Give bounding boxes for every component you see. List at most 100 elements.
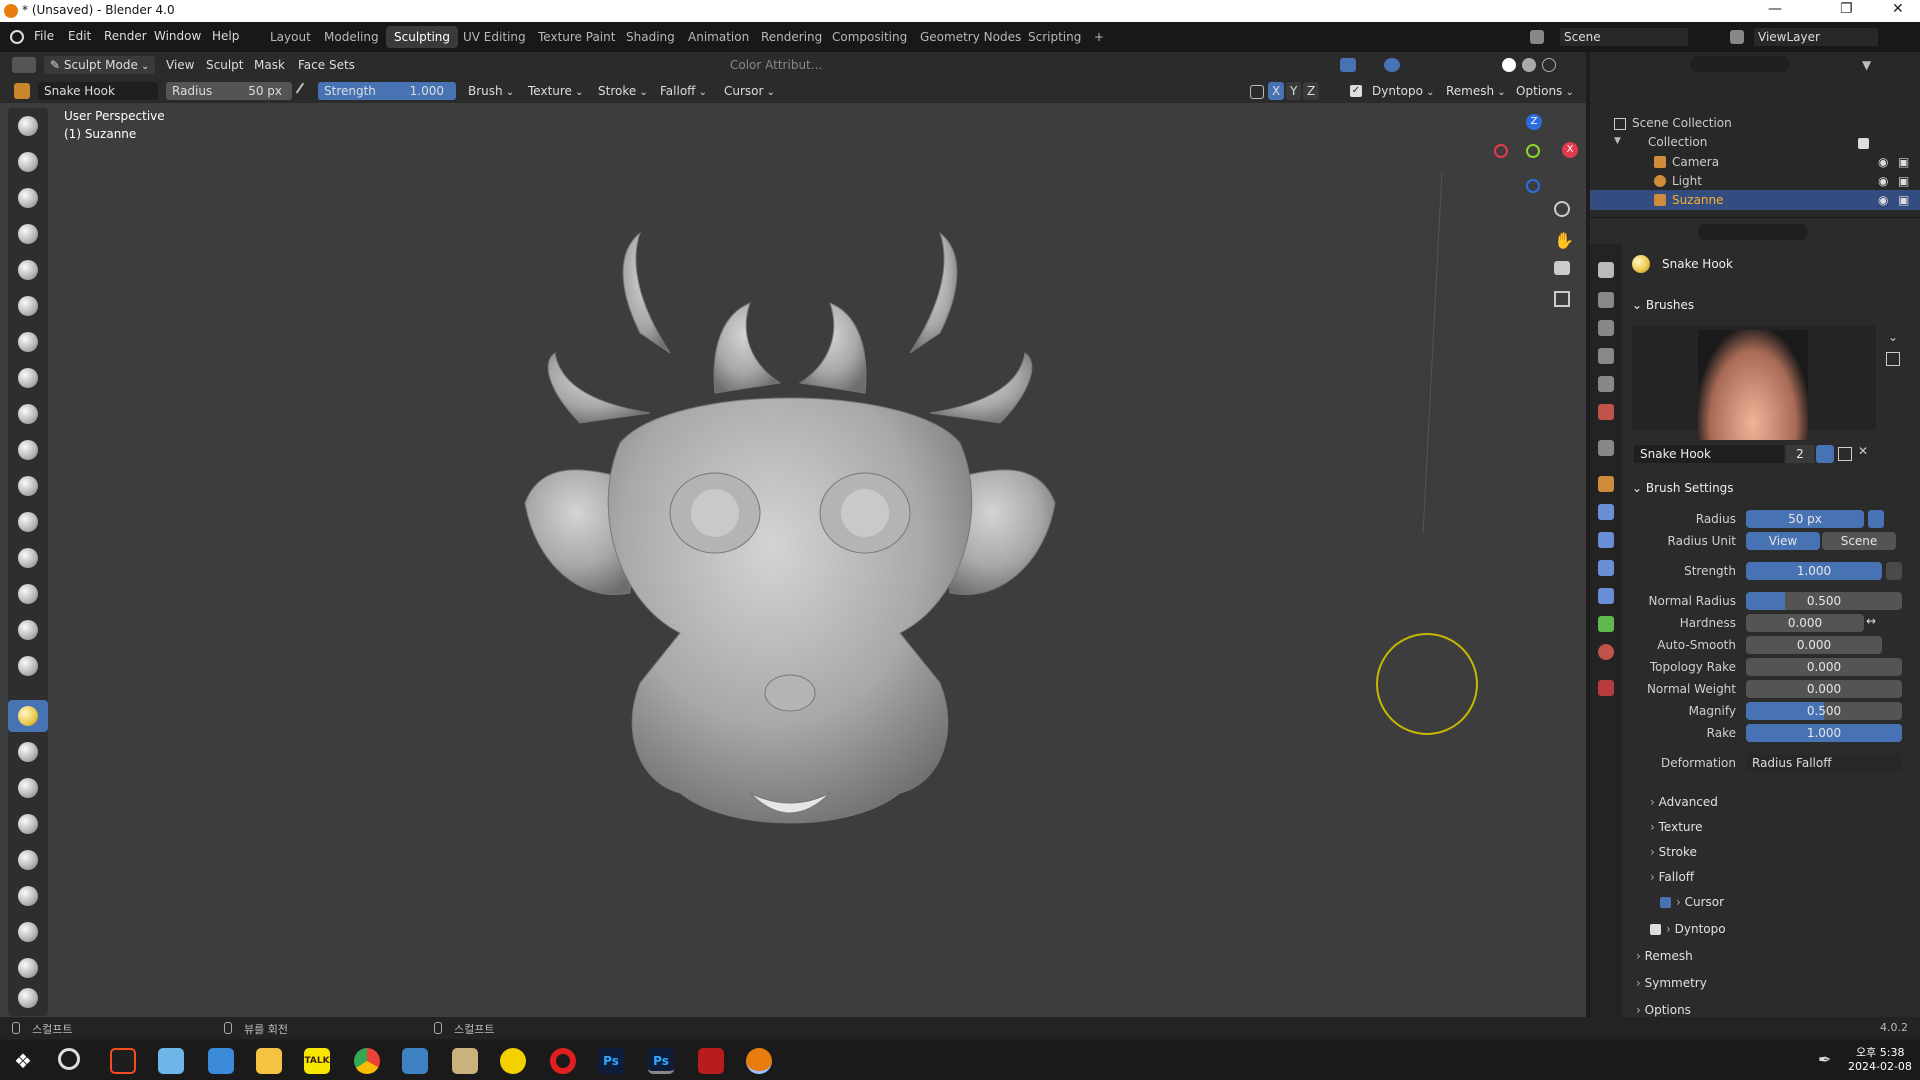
auto-smooth-field[interactable]: 0.000 xyxy=(1746,636,1882,654)
dyntopo-checkbox[interactable]: ✓ xyxy=(1350,85,1362,97)
options-panel[interactable]: Options xyxy=(1636,1003,1691,1017)
photoshop-icon[interactable]: Ps xyxy=(598,1048,624,1074)
tab-shading[interactable]: Shading xyxy=(618,26,683,48)
blender-taskbar-icon[interactable] xyxy=(746,1048,772,1074)
recorder-icon[interactable] xyxy=(550,1048,576,1074)
dyntopo-panel-checkbox[interactable] xyxy=(1650,924,1661,935)
crease-brush-icon[interactable] xyxy=(18,404,38,424)
falloff-subpanel[interactable]: Falloff xyxy=(1650,870,1694,884)
topology-rake-field[interactable]: 0.000 xyxy=(1746,658,1902,676)
fill-brush-icon[interactable] xyxy=(18,512,38,532)
visibility-eye-icon[interactable]: ◉ xyxy=(1878,155,1888,169)
menu-mask[interactable]: Mask xyxy=(248,56,291,74)
thumb-brush-icon[interactable] xyxy=(18,742,38,762)
radius-pressure-icon[interactable] xyxy=(1868,510,1884,528)
symmetry-y-toggle[interactable]: Y xyxy=(1286,82,1302,100)
outliner-item-camera[interactable]: Camera xyxy=(1672,155,1719,169)
filter-icon[interactable]: ▼ xyxy=(1862,58,1871,72)
remesh-dropdown[interactable]: Remesh xyxy=(1440,82,1512,100)
physics-tab-icon[interactable] xyxy=(1598,560,1614,576)
render-camera-icon[interactable]: ▣ xyxy=(1898,174,1909,188)
brush-slot-field[interactable]: Snake Hook xyxy=(1634,445,1784,463)
clock-time[interactable]: 오후 5:38 xyxy=(1856,1044,1904,1060)
pose-brush-icon[interactable] xyxy=(18,778,38,798)
tab-geometry-nodes[interactable]: Geometry Nodes xyxy=(912,26,1029,48)
stroke-dropdown[interactable]: Stroke xyxy=(592,82,654,100)
strength-prop-field[interactable]: 1.000 xyxy=(1746,562,1882,580)
radius-field[interactable]: Radius 50 px xyxy=(166,82,292,100)
material-tab-icon[interactable] xyxy=(1598,644,1614,660)
file-explorer-icon[interactable] xyxy=(256,1048,282,1074)
search-icon[interactable] xyxy=(58,1048,80,1070)
clay-brush-icon[interactable] xyxy=(18,188,38,208)
snake-hook-brush-icon[interactable] xyxy=(18,706,38,726)
cursor-dropdown[interactable]: Cursor xyxy=(718,82,781,100)
properties-search-input[interactable] xyxy=(1698,224,1808,240)
options-dropdown[interactable]: Options xyxy=(1510,82,1580,100)
rake-field[interactable]: 1.000 xyxy=(1746,724,1902,742)
nudge-brush-icon[interactable] xyxy=(18,814,38,834)
calendar-app-icon[interactable] xyxy=(208,1048,234,1074)
menu-help[interactable]: Help xyxy=(212,29,239,43)
texture-tab-icon[interactable] xyxy=(1598,680,1614,696)
brushes-panel-header[interactable]: ⌄ Brushes xyxy=(1632,298,1694,312)
inflate-brush-icon[interactable] xyxy=(18,332,38,352)
rotate-brush-icon[interactable] xyxy=(18,850,38,870)
tab-texture-paint[interactable]: Texture Paint xyxy=(530,26,623,48)
close-button[interactable]: ✕ xyxy=(1892,1,1904,17)
remesh-panel[interactable]: Remesh xyxy=(1636,949,1693,963)
falloff-dropdown[interactable]: Falloff xyxy=(654,82,713,100)
menu-face-sets[interactable]: Face Sets xyxy=(292,56,361,74)
object-tab-icon[interactable] xyxy=(1598,476,1614,492)
draw-brush-icon[interactable] xyxy=(18,116,38,136)
stroke-subpanel[interactable]: Stroke xyxy=(1650,845,1697,859)
outliner-collection[interactable]: Collection xyxy=(1648,135,1707,149)
boundary-brush-icon[interactable] xyxy=(18,922,38,942)
outliner-selected-row[interactable] xyxy=(1590,190,1920,210)
normal-weight-field[interactable]: 0.000 xyxy=(1746,680,1902,698)
gizmo-neg-x-axis[interactable] xyxy=(1494,144,1508,158)
particles-tab-icon[interactable] xyxy=(1598,532,1614,548)
modifier-tab-icon[interactable] xyxy=(1598,504,1614,520)
unlink-brush-icon[interactable]: ✕ xyxy=(1858,444,1868,458)
blob-brush-icon[interactable] xyxy=(18,368,38,388)
strength-field[interactable]: Strength 1.000 xyxy=(318,82,456,100)
texture-dropdown[interactable]: Texture xyxy=(522,82,590,100)
clay-thumb-brush-icon[interactable] xyxy=(18,260,38,280)
brush-settings-panel-header[interactable]: ⌄ Brush Settings xyxy=(1632,481,1734,495)
layer-brush-icon[interactable] xyxy=(18,296,38,316)
view-layer-selector[interactable]: ViewLayer xyxy=(1754,28,1878,46)
invert-hardness-icon[interactable]: ↔ xyxy=(1866,614,1876,628)
strength-pressure-icon[interactable] xyxy=(1886,562,1902,580)
radius-prop-field[interactable]: 50 px xyxy=(1746,510,1864,528)
pressure-icon[interactable] xyxy=(295,82,313,100)
pinch-brush-icon[interactable] xyxy=(18,620,38,640)
fake-user-shield-icon[interactable] xyxy=(1816,445,1834,463)
gizmo-x-axis[interactable]: X xyxy=(1562,142,1578,158)
brush-users-count[interactable]: 2 xyxy=(1786,445,1814,463)
radius-unit-scene-button[interactable]: Scene xyxy=(1822,532,1896,550)
editor-type-icon[interactable] xyxy=(12,57,36,73)
zoom-icon[interactable] xyxy=(1554,201,1570,217)
collection-include-checkbox[interactable] xyxy=(1858,138,1869,149)
constraints-tab-icon[interactable] xyxy=(1598,588,1614,604)
visibility-eye-icon[interactable]: ◉ xyxy=(1878,174,1888,188)
tab-sculpting[interactable]: Sculpting xyxy=(386,26,459,48)
normal-radius-field[interactable]: 0.500 xyxy=(1746,592,1902,610)
3d-viewport[interactable]: User Perspective (1) Suzanne Z X ✋ xyxy=(0,103,1586,1017)
add-workspace-button[interactable]: + xyxy=(1086,26,1112,48)
ortho-grid-icon[interactable] xyxy=(1554,291,1570,307)
filezilla-icon[interactable] xyxy=(698,1048,724,1074)
menu-view[interactable]: View xyxy=(160,56,200,74)
cursor-checkbox[interactable] xyxy=(1660,897,1671,908)
tab-rendering[interactable]: Rendering xyxy=(753,26,830,48)
brush-dropdown[interactable]: Brush xyxy=(462,82,520,100)
flatten-brush-icon[interactable] xyxy=(18,476,38,496)
windows-start-icon[interactable]: ❖ xyxy=(10,1048,36,1074)
symmetry-z-toggle[interactable]: Z xyxy=(1303,82,1320,100)
notepad-icon[interactable] xyxy=(158,1048,184,1074)
camera-view-icon[interactable] xyxy=(1554,261,1570,275)
annotate-tool-icon[interactable] xyxy=(18,988,38,1008)
deformation-dropdown[interactable]: Radius Falloff xyxy=(1746,754,1902,772)
view-layer-tab-icon[interactable] xyxy=(1598,348,1614,364)
